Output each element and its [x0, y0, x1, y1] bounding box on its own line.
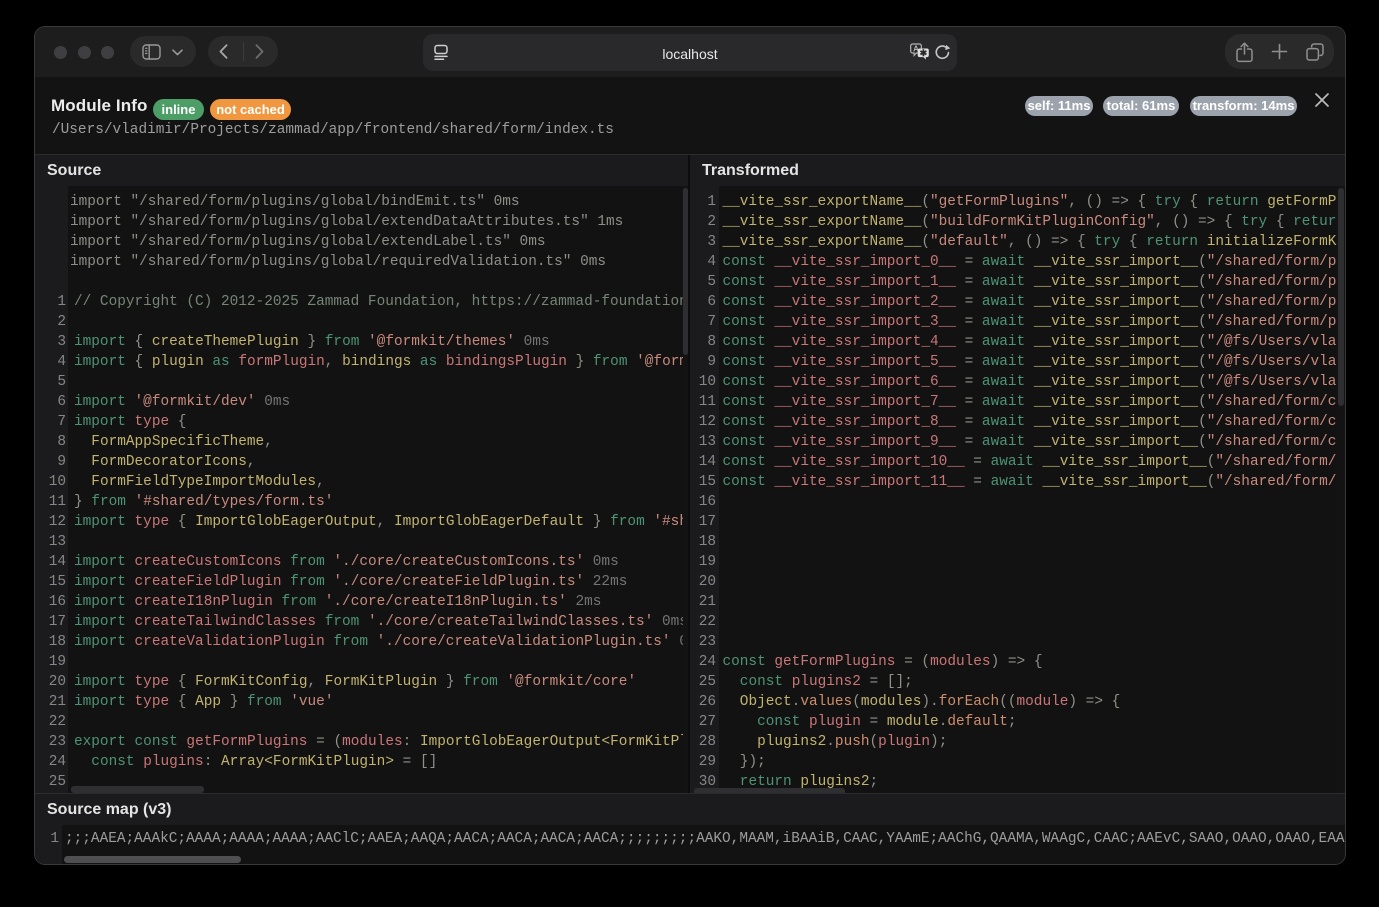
svg-text:✱: ✱: [920, 48, 928, 58]
